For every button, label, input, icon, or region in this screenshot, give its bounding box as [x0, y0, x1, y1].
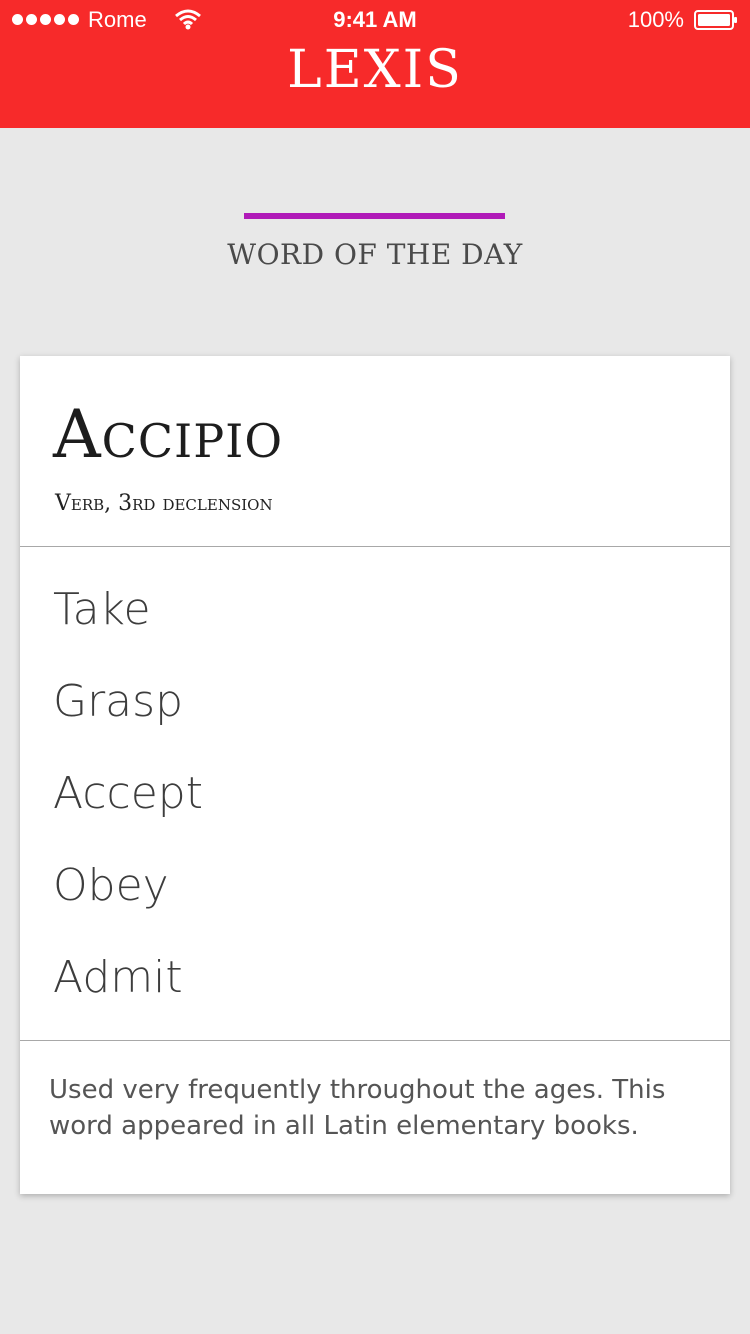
- word-note: Used very frequently throughout the ages…: [49, 1075, 666, 1141]
- battery-icon: [694, 10, 738, 30]
- card-divider: [20, 546, 730, 547]
- app-header: Rome 9:41 AM 100% LEXIS: [0, 0, 750, 128]
- app-title: LEXIS: [287, 40, 463, 100]
- status-bar: Rome 9:41 AM 100%: [0, 0, 750, 40]
- meaning-item: Accept: [53, 768, 203, 819]
- meaning-item: Admit: [53, 952, 183, 1003]
- meaning-item: Take: [53, 584, 151, 635]
- meaning-item: Grasp: [53, 676, 184, 727]
- meaning-item: Obey: [53, 860, 169, 911]
- battery-percentage: 100%: [627, 7, 684, 32]
- word-card: Accipio Verb, 3rd declension Take Grasp …: [20, 356, 730, 1194]
- section-accent-line: [244, 213, 505, 219]
- section-title: WORD OF THE DAY: [227, 238, 523, 271]
- card-divider: [20, 1040, 730, 1041]
- word-title: Accipio: [53, 396, 284, 473]
- meaning-list: Take Grasp Accept Obey Admit: [53, 578, 203, 1038]
- word-grammar: Verb, 3rd declension: [55, 491, 273, 516]
